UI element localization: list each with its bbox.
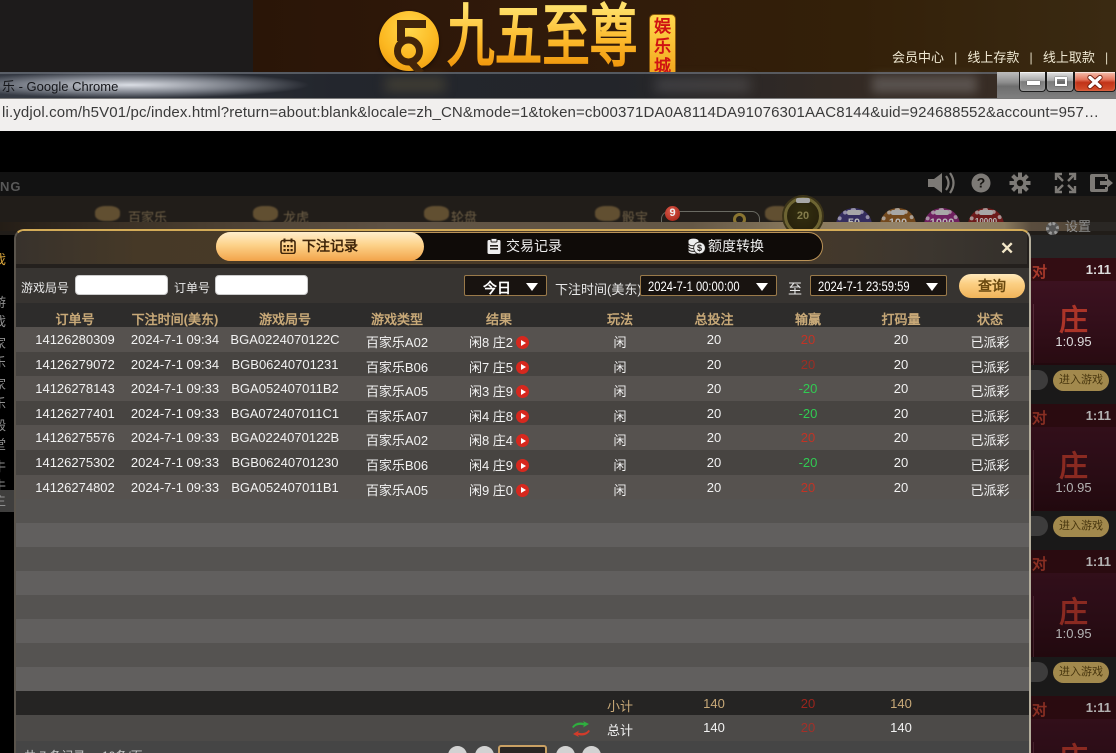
svg-text:?: ? <box>977 175 986 191</box>
svg-text:$: $ <box>697 243 702 253</box>
